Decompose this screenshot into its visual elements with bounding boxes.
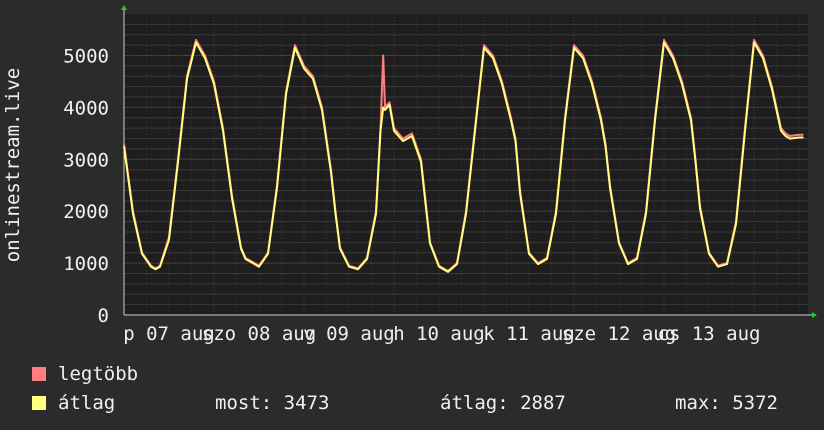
y-tick-label: 3000: [63, 149, 109, 171]
x-tick-label: cs 13 aug: [658, 323, 761, 345]
y-tick-label: 1000: [63, 253, 109, 275]
x-tick-label: szo 08 aug: [202, 323, 316, 345]
legend-item-max: legtöbb: [32, 363, 138, 385]
legend-item-avg: átlag: [32, 392, 115, 414]
stat-average: átlag: 2887: [440, 392, 566, 414]
y-axis-label: onlinestream.live: [2, 68, 24, 262]
chart-area: 0 1000 2000 3000 4000 5000 p 07 augszo 08 aug…: [2, 5, 817, 345]
x-axis-arrow: [812, 312, 817, 318]
y-axis-arrow: [121, 5, 127, 10]
legend-label-avg: átlag: [58, 392, 116, 414]
stat-now: most: 3473: [215, 392, 330, 414]
legend-label-max: legtöbb: [58, 363, 139, 385]
y-tick-label: 4000: [63, 97, 109, 119]
x-axis-ticks: p 07 augszo 08 augv 09 augh 10 augk 11 a…: [123, 323, 760, 345]
y-tick-label: 2000: [63, 201, 109, 223]
y-tick-label: 0: [98, 305, 109, 327]
x-tick-label: h 10 aug: [393, 323, 485, 345]
x-tick-label: v 09 aug: [303, 323, 395, 345]
y-axis-ticks: 0 1000 2000 3000 4000 5000: [63, 46, 109, 327]
legend-swatch-max: [32, 367, 46, 381]
legend-swatch-avg: [32, 396, 46, 410]
y-tick-label: 5000: [63, 46, 109, 68]
stat-max: max: 5372: [675, 392, 778, 414]
